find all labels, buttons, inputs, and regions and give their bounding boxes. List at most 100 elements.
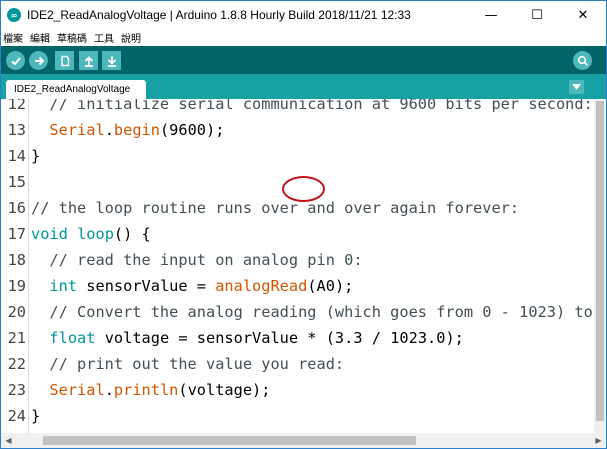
code-token: . [104,121,114,139]
code-line[interactable]: 12 // initialize serial communication at… [1,99,601,117]
code-line[interactable]: 18 // read the input on analog pin 0: [1,247,601,273]
code-token: (9600); [159,121,225,139]
annotation-circle [282,176,325,202]
tab-sketch[interactable]: IDE2_ReadAnalogVoltage [6,80,146,99]
code-text: // the loop routine runs over and over a… [31,195,519,221]
line-number: 15 [7,173,26,191]
code-text: Serial.println(voltage); [31,377,270,403]
new-sketch-button[interactable] [55,51,74,70]
line-number: 22 [7,355,26,373]
menu-edit[interactable]: 編輯 [30,30,50,45]
checkmark-icon [10,56,21,65]
line-number: 14 [7,147,26,165]
code-token: () { [113,225,151,243]
code-token: . [104,381,114,399]
code-token: } [31,147,41,165]
line-number: 13 [7,121,26,139]
triangle-down-icon [572,84,581,90]
code-text: void loop() { [31,221,151,247]
code-token: // print out the value you read: [31,355,345,373]
code-line[interactable]: 21 float voltage = sensorValue * (3.3 / … [1,325,601,351]
arrow-right-icon [34,56,44,65]
vertical-scrollbar[interactable] [594,99,606,433]
tab-strip: IDE2_ReadAnalogVoltage [1,74,606,99]
arduino-logo-icon: ∞ [7,8,21,22]
window-title: IDE2_ReadAnalogVoltage | Arduino 1.8.8 H… [27,8,411,22]
serial-monitor-button[interactable] [573,51,592,70]
code-text: int sensorValue = analogRead(A0); [31,273,353,299]
code-line[interactable]: 19 int sensorValue = analogRead(A0); [1,273,601,299]
scroll-left-arrow-icon[interactable]: ◀ [1,433,16,448]
code-token: println [113,381,179,399]
close-button[interactable]: ✕ [560,1,606,29]
code-text: // initialize serial communication at 96… [31,99,593,117]
scroll-right-arrow-icon[interactable]: ▶ [591,433,606,448]
magnifier-icon [577,55,588,66]
line-number: 21 [7,329,26,347]
code-token: Serial [49,381,105,399]
code-token: begin [113,121,160,139]
save-button[interactable] [102,51,121,70]
code-text: // print out the value you read: [31,351,344,377]
window-controls: — ☐ ✕ [468,1,606,29]
line-number: 23 [7,381,26,399]
code-text: } [31,143,40,169]
menu-help[interactable]: 說明 [121,30,141,45]
code-token: } [31,407,41,425]
code-line[interactable]: 23 Serial.println(voltage); [1,377,601,403]
minimize-button[interactable]: — [468,1,514,29]
open-button[interactable] [79,51,98,70]
document-icon [60,55,69,66]
code-line[interactable]: 17 void loop() { [1,221,601,247]
horizontal-scrollbar[interactable]: ◀ ▶ [1,433,606,448]
line-number: 20 [7,303,26,321]
line-number: 16 [7,199,26,217]
code-text: // read the input on analog pin 0: [31,247,363,273]
line-number: 24 [7,407,26,425]
code-editor[interactable]: 12 // initialize serial communication at… [1,99,606,433]
code-line[interactable]: 14} [1,143,601,169]
menu-bar: 檔案 編輯 草稿碼 工具 說明 [1,29,606,46]
code-text: } [31,403,40,429]
tab-menu-button[interactable] [569,80,584,94]
code-token: // the loop routine runs over and over a… [31,199,520,217]
maximize-button[interactable]: ☐ [514,1,560,29]
code-token: float [49,329,96,347]
code-line[interactable]: 20 // Convert the analog reading (which … [1,299,606,325]
code-token: // initialize serial communication at 96… [31,99,593,113]
toolbar [1,46,606,74]
code-text: float voltage = sensorValue * (3.3 / 102… [31,325,464,351]
code-token: loop [77,225,114,243]
line-number: 17 [7,225,26,243]
code-token: Serial [49,121,105,139]
code-text: // Convert the analog reading (which goe… [31,299,606,325]
code-token: sensorValue = [77,277,216,295]
arduino-ide-window: ∞ IDE2_ReadAnalogVoltage | Arduino 1.8.8… [0,0,607,449]
code-token: // Convert the analog reading (which goe… [31,303,606,321]
code-token: voltage = sensorValue * (3.3 / 1023.0); [95,329,464,347]
code-token: void [31,225,68,243]
vertical-scroll-thumb[interactable] [596,101,604,421]
line-number: 12 [7,99,26,113]
menu-file[interactable]: 檔案 [3,30,23,45]
upload-button[interactable] [29,51,48,70]
menu-sketch[interactable]: 草稿碼 [57,30,87,45]
menu-tools[interactable]: 工具 [94,30,114,45]
code-line[interactable]: 13 Serial.begin(9600); [1,117,601,143]
code-line[interactable]: 22 // print out the value you read: [1,351,601,377]
code-line[interactable]: 24} [1,403,601,429]
horizontal-scroll-thumb[interactable] [43,436,416,445]
line-number: 19 [7,277,26,295]
code-text: Serial.begin(9600); [31,117,224,143]
arrow-up-icon [84,55,93,67]
code-token: (voltage); [178,381,271,399]
title-bar: ∞ IDE2_ReadAnalogVoltage | Arduino 1.8.8… [1,1,606,29]
arrow-down-icon [107,56,116,67]
code-token: (A0); [307,277,354,295]
verify-button[interactable] [6,51,25,70]
code-token: // read the input on analog pin 0: [31,251,363,269]
